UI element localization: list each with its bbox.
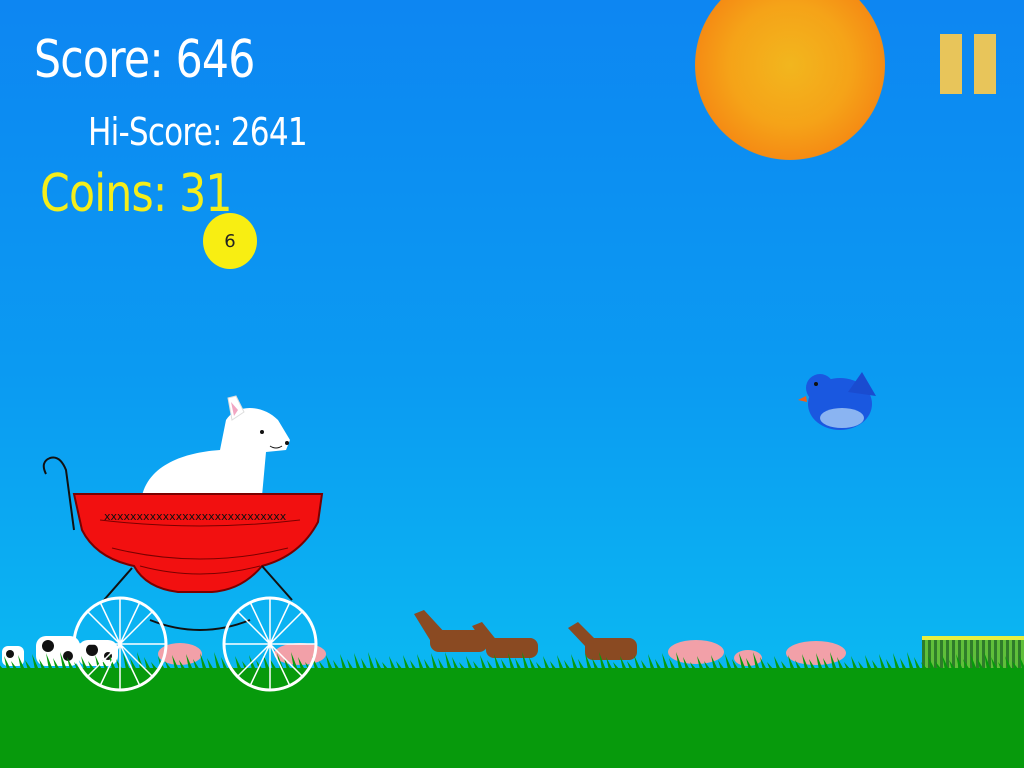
lamb xyxy=(142,395,290,496)
carriage-wheel-left xyxy=(72,596,168,692)
game-stage[interactable]: Score: 646 Hi-Score: 2641 Coins: 31 6 xx… xyxy=(0,0,1024,768)
carriage-basket: xxxxxxxxxxxxxxxxxxxxxxxxxxxx xyxy=(72,493,324,593)
carriage-wheel-right xyxy=(222,596,318,692)
player-carriage[interactable]: xxxxxxxxxxxxxxxxxxxxxxxxxxxx xyxy=(0,0,1024,768)
svg-text:xxxxxxxxxxxxxxxxxxxxxxxxxxxx: xxxxxxxxxxxxxxxxxxxxxxxxxxxx xyxy=(104,510,287,523)
